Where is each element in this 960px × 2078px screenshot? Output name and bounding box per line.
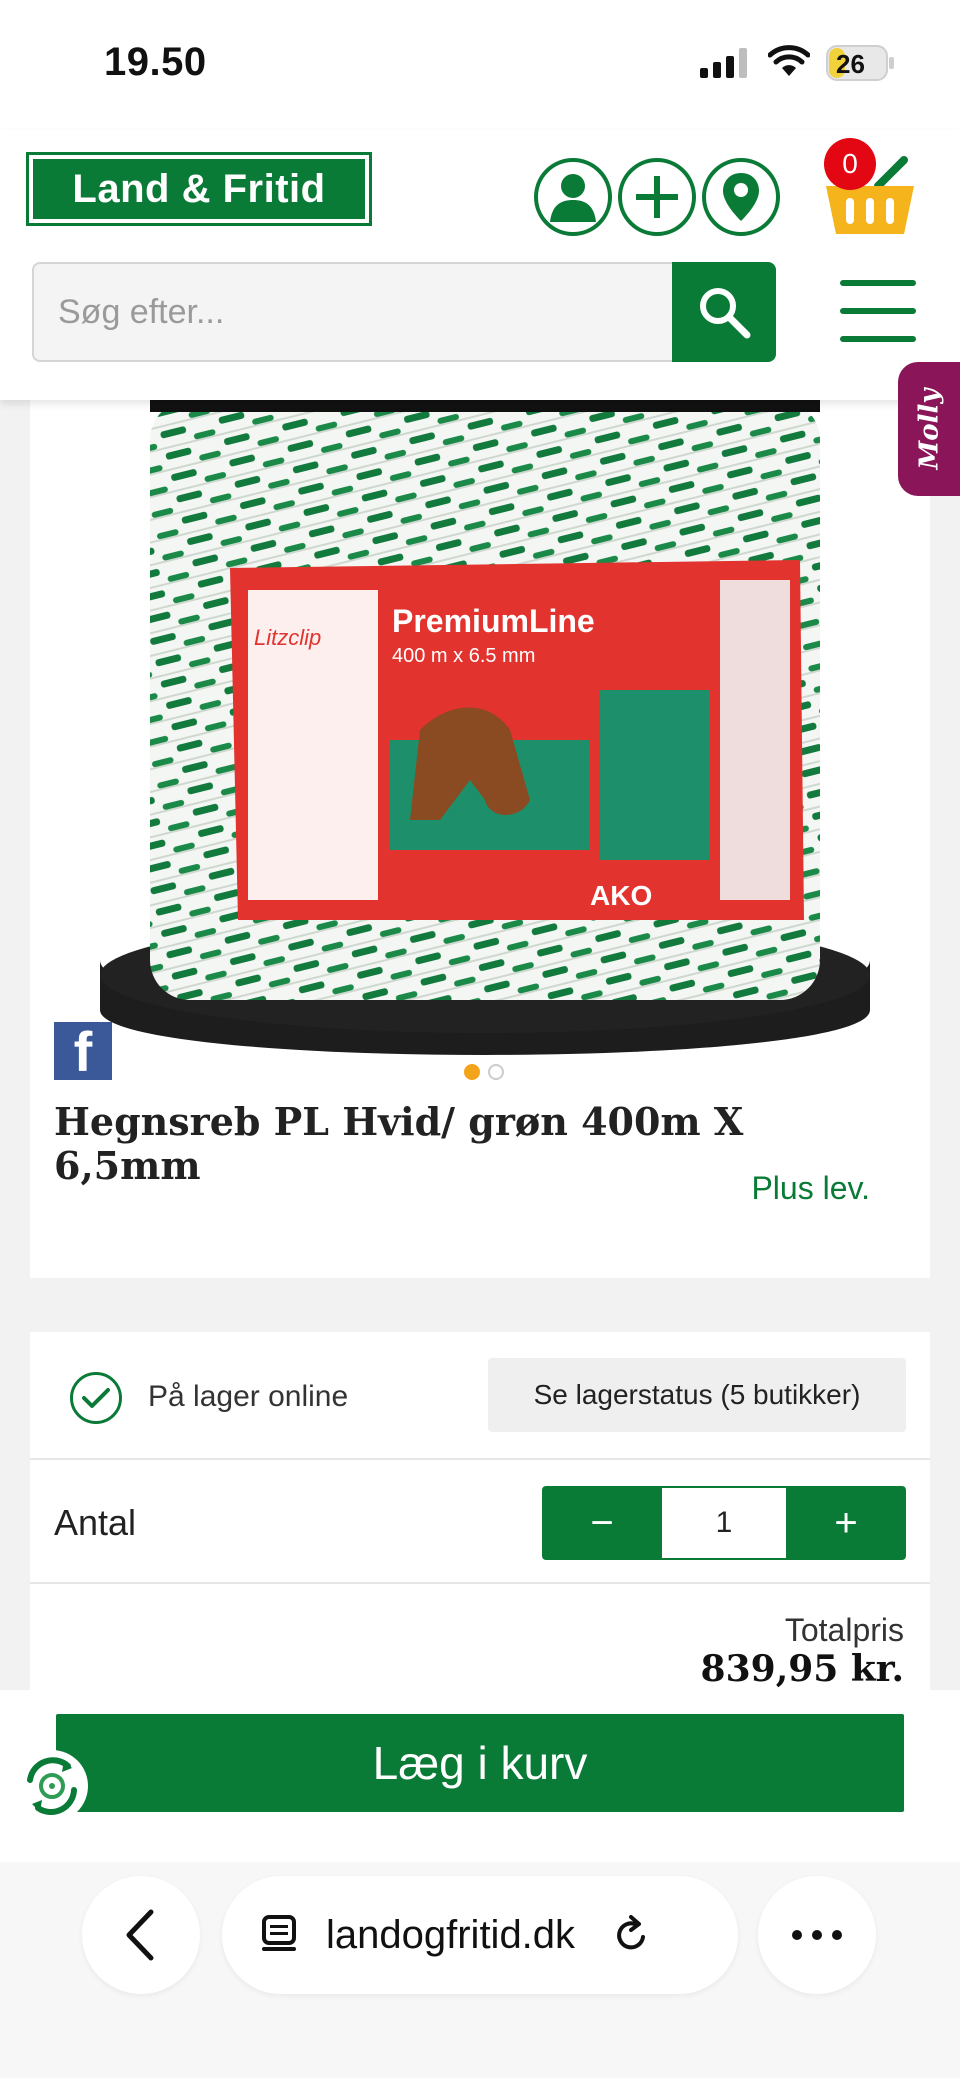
- account-button[interactable]: [534, 158, 612, 236]
- product-title: Hegnsreb PL Hvid/ grøn 400m X 6,5mm: [54, 1099, 744, 1188]
- browser-url: landogfritid.dk: [326, 1912, 576, 1957]
- store-locator-button[interactable]: [702, 158, 780, 236]
- increase-quantity-button[interactable]: +: [786, 1486, 906, 1560]
- purchase-card: På lager online Se lagerstatus (5 butikk…: [30, 1332, 930, 1700]
- decrease-quantity-button[interactable]: −: [542, 1486, 662, 1560]
- wifi-icon: [768, 45, 810, 76]
- delivery-info: Plus lev.: [751, 1170, 870, 1206]
- label-brand-text: PremiumLine: [392, 603, 595, 639]
- product-card: Litzclip PremiumLine 400 m x 6.5 mm AKO …: [30, 400, 930, 1278]
- label-maker-text: AKO: [590, 880, 652, 911]
- chevron-left-icon: [126, 1909, 154, 1961]
- add-button[interactable]: [618, 158, 696, 236]
- quantity-row: Antal − 1 +: [30, 1462, 930, 1584]
- logo-text: Land & Fritid: [33, 159, 365, 219]
- stock-status-button[interactable]: Se lagerstatus (5 butikker): [488, 1358, 906, 1432]
- carousel-dot[interactable]: [488, 1064, 504, 1080]
- recycle-badge-icon[interactable]: [16, 1750, 88, 1822]
- label-clip-text: Litzclip: [254, 625, 321, 650]
- user-icon: [550, 174, 596, 222]
- browser-more-button[interactable]: [758, 1876, 876, 1994]
- search-icon: [700, 288, 751, 339]
- cart-count-badge: 0: [824, 138, 876, 190]
- plus-icon: [636, 176, 678, 218]
- status-time: 19.50: [104, 40, 207, 84]
- quantity-stepper: − 1 +: [542, 1486, 906, 1560]
- more-dots-icon: [792, 1930, 842, 1940]
- battery-icon: 26: [826, 44, 896, 82]
- browser-back-button[interactable]: [82, 1876, 200, 1994]
- stock-status: På lager online: [148, 1380, 349, 1413]
- location-pin-icon: [723, 173, 759, 221]
- label-size-text: 400 m x 6.5 mm: [392, 645, 535, 667]
- check-circle-icon: [70, 1372, 122, 1424]
- image-carousel-dots: [458, 1060, 510, 1084]
- reload-icon[interactable]: [609, 1913, 653, 1957]
- status-bar: 19.50 26: [0, 0, 960, 130]
- chat-widget-label: Molly: [914, 388, 945, 470]
- search-button[interactable]: [672, 262, 776, 362]
- hamburger-menu-icon[interactable]: [840, 280, 916, 342]
- reader-page-icon[interactable]: [258, 1913, 302, 1957]
- search-input[interactable]: [32, 262, 672, 362]
- browser-address-bar[interactable]: landogfritid.dk: [222, 1876, 738, 1994]
- add-to-cart-button[interactable]: Læg i kurv: [56, 1714, 904, 1812]
- facebook-share-icon[interactable]: f: [54, 1022, 112, 1080]
- browser-toolbar: landogfritid.dk: [0, 1862, 960, 2078]
- product-label-graphic: Litzclip PremiumLine 400 m x 6.5 mm AKO: [230, 560, 804, 920]
- site-logo[interactable]: Land & Fritid: [26, 152, 372, 226]
- cellular-signal-icon: [700, 48, 747, 78]
- chat-widget-button[interactable]: Molly: [898, 362, 960, 496]
- total-price-label: Totalpris: [784, 1612, 904, 1648]
- carousel-dot[interactable]: [464, 1064, 480, 1080]
- total-price-value: 839,95 kr.: [700, 1648, 904, 1690]
- battery-level: 26: [836, 49, 865, 79]
- search-bar: [32, 262, 776, 362]
- site-header: Land & Fritid 0: [0, 130, 960, 400]
- quantity-label: Antal: [54, 1502, 137, 1543]
- product-image[interactable]: Litzclip PremiumLine 400 m x 6.5 mm AKO: [90, 400, 880, 1080]
- quantity-value[interactable]: 1: [662, 1486, 786, 1560]
- stock-row: På lager online Se lagerstatus (5 butikk…: [30, 1332, 930, 1460]
